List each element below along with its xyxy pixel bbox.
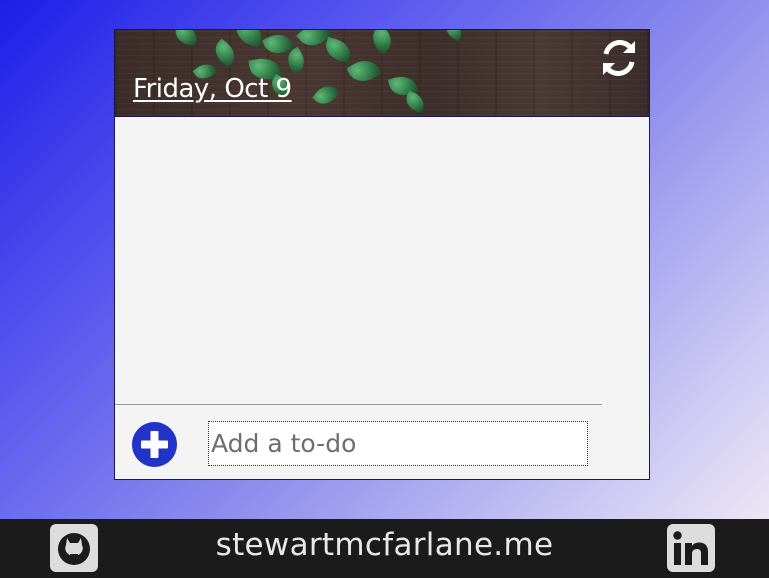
list-divider: [115, 404, 602, 405]
linkedin-button[interactable]: [667, 524, 715, 572]
card-header: Friday, Oct 9: [115, 30, 649, 117]
todo-card: Friday, Oct 9: [114, 29, 650, 480]
github-icon: [58, 533, 90, 565]
add-todo-input[interactable]: [208, 421, 588, 466]
refresh-icon[interactable]: [599, 38, 639, 78]
linkedin-icon: [673, 531, 708, 565]
site-link: stewartmcfarlane.me: [0, 527, 769, 563]
site-link-text[interactable]: stewartmcfarlane.me: [216, 527, 554, 563]
footer: stewartmcfarlane.me: [0, 519, 769, 578]
add-todo-button[interactable]: [132, 422, 177, 467]
todo-list: [115, 117, 649, 404]
github-button[interactable]: [50, 524, 98, 572]
date-label[interactable]: Friday, Oct 9: [133, 74, 292, 104]
